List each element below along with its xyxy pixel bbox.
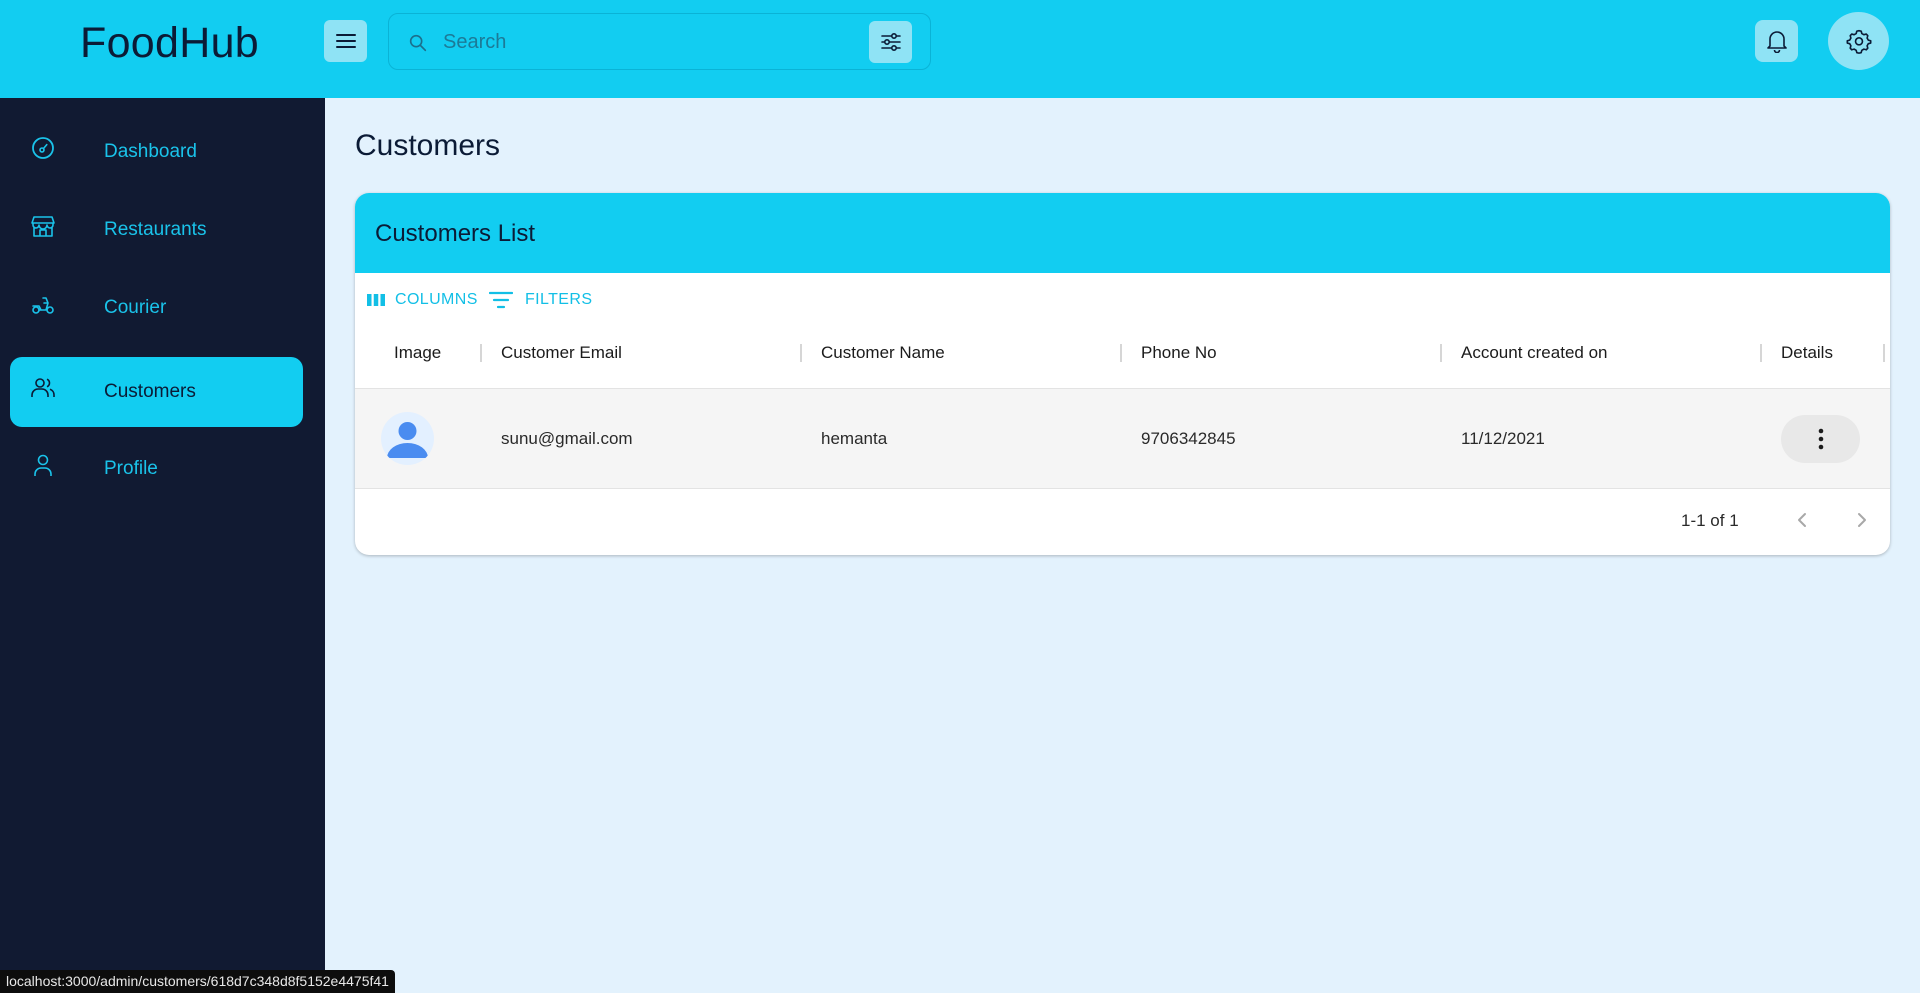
column-separator[interactable]: [1440, 344, 1442, 362]
search-box: [388, 13, 931, 70]
table-row[interactable]: sunu@gmail.com hemanta 9706342845 11/12/…: [355, 389, 1890, 488]
tune-icon: [880, 32, 901, 52]
column-header-phone[interactable]: Phone No: [1141, 343, 1217, 363]
filters-label: FILTERS: [525, 291, 593, 308]
columns-button[interactable]: COLUMNS: [367, 285, 478, 315]
user-avatar-icon: [387, 422, 428, 458]
columns-label: COLUMNS: [395, 291, 478, 308]
column-separator[interactable]: [800, 344, 802, 362]
sidebar-item-label: Courier: [104, 297, 167, 318]
column-header-image[interactable]: Image: [394, 343, 441, 363]
column-separator[interactable]: [480, 344, 482, 362]
next-page-button[interactable]: [1845, 503, 1879, 537]
card-title: Customers List: [375, 220, 536, 247]
settings-button[interactable]: [1828, 12, 1889, 70]
gear-icon: [1845, 29, 1872, 54]
customer-avatar: [381, 412, 434, 465]
sidebar-item-courier[interactable]: Courier: [10, 273, 303, 343]
customers-card: Customers List COLUMNS FILTERS Image Cus…: [355, 193, 1890, 555]
scooter-icon: [32, 297, 54, 314]
app-logo[interactable]: FoodHub: [80, 19, 259, 68]
search-icon: [409, 34, 427, 52]
column-header-email[interactable]: Customer Email: [501, 343, 622, 363]
chevron-left-icon: [1798, 513, 1806, 527]
sidebar-item-restaurants[interactable]: Restaurants: [10, 195, 303, 265]
cell-name: hemanta: [821, 429, 888, 448]
sidebar-item-profile[interactable]: Profile: [10, 434, 303, 504]
details-button[interactable]: [1781, 415, 1860, 463]
filters-button[interactable]: FILTERS: [489, 285, 592, 315]
sidebar-item-customers[interactable]: Customers: [10, 357, 303, 427]
pagination-range: 1-1 of 1: [1681, 511, 1739, 530]
cell-phone: 9706342845: [1141, 429, 1236, 448]
column-header-created[interactable]: Account created on: [1461, 343, 1607, 363]
status-bar-url: localhost:3000/admin/customers/618d7c348…: [0, 970, 395, 993]
menu-icon: [335, 34, 356, 48]
column-header-name[interactable]: Customer Name: [821, 343, 945, 363]
sidebar-item-label: Profile: [104, 458, 158, 479]
bell-icon: [1766, 31, 1787, 53]
column-separator[interactable]: [1760, 344, 1762, 362]
top-app-bar: FoodHub: [0, 0, 1920, 98]
chevron-right-icon: [1858, 513, 1866, 527]
notifications-button[interactable]: [1755, 20, 1798, 62]
dashboard-icon: [32, 137, 54, 159]
more-vert-icon: [1818, 428, 1823, 450]
users-icon: [31, 378, 55, 397]
sidebar: Dashboard Restaurants Courier Customers …: [0, 98, 325, 993]
cell-email: sunu@gmail.com: [501, 429, 633, 448]
columns-icon: [367, 294, 385, 306]
user-icon: [34, 454, 52, 476]
page-title: Customers: [355, 129, 501, 162]
store-icon: [31, 216, 55, 237]
search-input[interactable]: [443, 26, 843, 58]
sidebar-item-label: Dashboard: [104, 141, 197, 162]
filter-icon: [489, 291, 513, 309]
row-divider: [355, 488, 1890, 489]
cell-created: 11/12/2021: [1461, 429, 1545, 448]
column-header-details[interactable]: Details: [1781, 343, 1833, 363]
card-header: Customers List: [355, 193, 1890, 273]
search-filter-button[interactable]: [869, 21, 912, 63]
column-separator[interactable]: [1883, 344, 1885, 362]
sidebar-item-dashboard[interactable]: Dashboard: [10, 117, 303, 187]
previous-page-button[interactable]: [1785, 503, 1819, 537]
column-separator[interactable]: [1120, 344, 1122, 362]
menu-button[interactable]: [324, 20, 367, 62]
sidebar-item-label: Restaurants: [104, 219, 207, 240]
sidebar-item-label: Customers: [104, 381, 196, 402]
